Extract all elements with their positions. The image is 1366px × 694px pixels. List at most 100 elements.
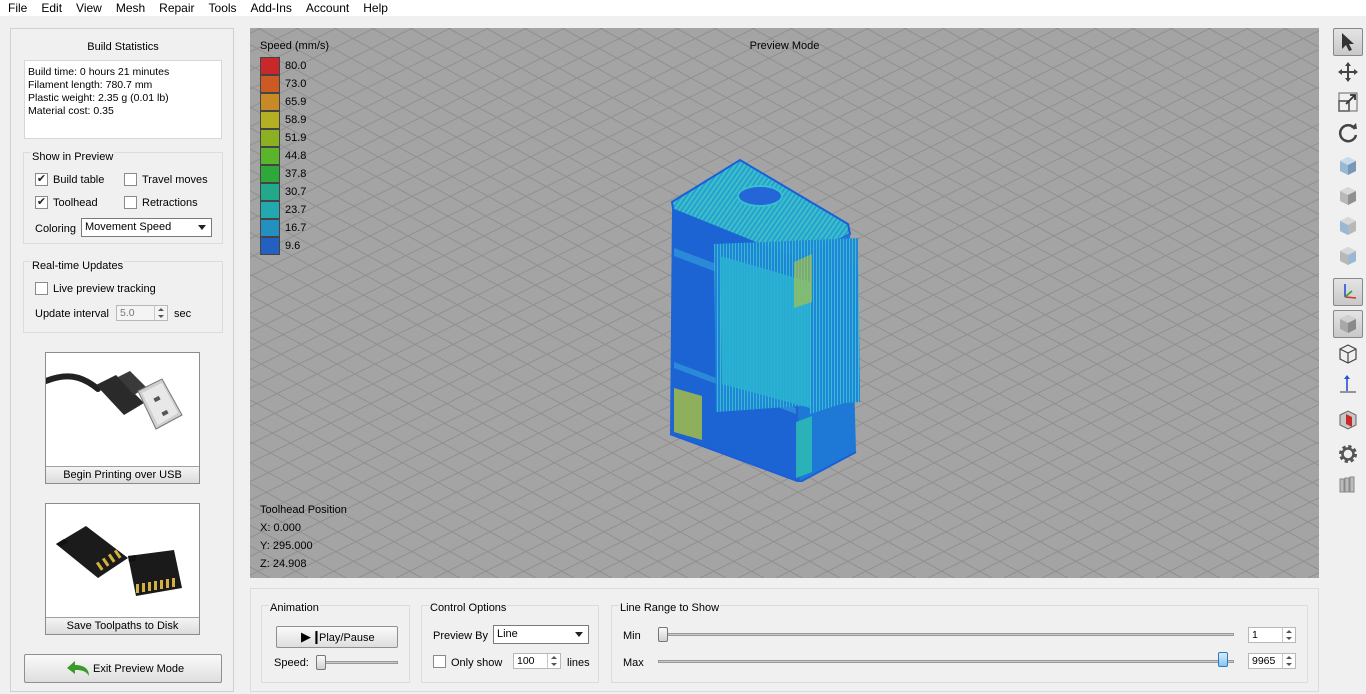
rotate-tool[interactable] [1333, 118, 1363, 146]
legend-swatch [260, 147, 280, 165]
legend-swatch [260, 219, 280, 237]
retractions-label: Retractions [142, 197, 198, 209]
chevron-down-icon [198, 225, 206, 230]
menu-file[interactable]: File [0, 0, 34, 16]
min-slider-track[interactable] [658, 633, 1234, 636]
save-toolpaths-button[interactable]: Save Toolpaths to Disk [45, 503, 200, 635]
section-view-icon [1339, 410, 1357, 430]
legend-value: 9.6 [285, 240, 301, 252]
legend-value: 37.8 [285, 168, 307, 180]
toolhead-z: Z: 24.908 [260, 558, 307, 570]
speed-slider-thumb[interactable] [316, 655, 326, 670]
preview-by-select[interactable]: Line [493, 625, 589, 644]
update-interval-unit: sec [174, 308, 192, 320]
axes-icon [1344, 284, 1357, 299]
play-pause-button[interactable]: ▶❙ Play/Pause [276, 626, 398, 648]
exit-preview-button[interactable]: Exit Preview Mode [24, 654, 222, 683]
menu-add-ins[interactable]: Add-Ins [244, 0, 299, 16]
menu-bar: File Edit View Mesh Repair Tools Add-Ins… [0, 0, 1366, 16]
menu-view[interactable]: View [69, 0, 109, 16]
legend-row: 65.9 [260, 93, 306, 111]
legend-row: 30.7 [260, 183, 306, 201]
preview-mode-label: Preview Mode [749, 40, 820, 52]
spinner-arrows-icon[interactable] [1282, 654, 1295, 668]
build-statistics-title: Build Statistics [87, 41, 159, 53]
view-cube-1[interactable] [1333, 152, 1363, 180]
stat-plastic-weight: Plastic weight: 2.35 g (0.01 lb) [28, 92, 169, 104]
max-slider-track[interactable] [658, 660, 1234, 663]
max-label: Max [623, 657, 644, 669]
move-tool[interactable] [1333, 58, 1363, 86]
build-table-checkbox[interactable]: ✔ [35, 173, 48, 186]
travel-moves-label: Travel moves [142, 174, 208, 186]
preview-by-value: Line [497, 628, 518, 640]
live-preview-label: Live preview tracking [53, 283, 156, 295]
control-options-group: Control Options Preview By Line Only sho… [421, 602, 599, 683]
min-spinner[interactable]: 1 [1248, 627, 1296, 643]
menu-repair[interactable]: Repair [152, 0, 201, 16]
retractions-checkbox[interactable] [124, 196, 137, 209]
axis-z-icon [1340, 375, 1356, 393]
legend-swatch [260, 111, 280, 129]
update-interval-label: Update interval [35, 308, 109, 320]
stack-button[interactable] [1333, 470, 1363, 498]
travel-moves-checkbox[interactable] [124, 173, 137, 186]
play-pause-label: Play/Pause [319, 632, 375, 644]
menu-account[interactable]: Account [299, 0, 356, 16]
menu-tools[interactable]: Tools [202, 0, 244, 16]
wireframe-view-icon [1339, 344, 1357, 364]
line-range-title: Line Range to Show [619, 602, 721, 614]
legend-value: 65.9 [285, 96, 307, 108]
only-show-checkbox[interactable] [433, 655, 446, 668]
stack-icon [1339, 476, 1355, 493]
legend-row: 58.9 [260, 111, 306, 129]
view-cube-4[interactable] [1333, 242, 1363, 270]
wireframe-view-toggle[interactable] [1333, 340, 1363, 368]
lines-label: lines [567, 657, 590, 669]
menu-edit[interactable]: Edit [34, 0, 69, 16]
section-view-toggle[interactable] [1333, 406, 1363, 434]
coloring-select[interactable]: Movement Speed [81, 218, 212, 237]
preview-by-label: Preview By [433, 630, 489, 642]
realtime-updates-group: Real-time Updates Live preview tracking … [23, 260, 223, 333]
live-preview-checkbox[interactable] [35, 282, 48, 295]
toolhead-position-title: Toolhead Position [260, 504, 347, 516]
legend-row: 51.9 [260, 129, 306, 147]
exit-preview-label: Exit Preview Mode [93, 663, 185, 675]
max-spinner[interactable]: 9965 [1248, 653, 1296, 669]
settings-gear-icon [1339, 445, 1357, 463]
scale-tool[interactable] [1333, 88, 1363, 116]
menu-help[interactable]: Help [356, 0, 395, 16]
animation-title: Animation [269, 602, 320, 614]
settings-button[interactable] [1333, 440, 1363, 468]
menu-mesh[interactable]: Mesh [109, 0, 152, 16]
toolhead-checkbox[interactable]: ✔ [35, 196, 48, 209]
pointer-tool[interactable] [1333, 28, 1363, 56]
bottom-controls: Animation ▶❙ Play/Pause Speed: Control O… [250, 588, 1319, 692]
max-slider-thumb[interactable] [1218, 652, 1228, 667]
spinner-arrows-icon[interactable] [547, 654, 560, 668]
spinner-arrows-icon[interactable] [1282, 628, 1295, 642]
move-icon [1338, 62, 1358, 82]
legend-value: 58.9 [285, 114, 307, 126]
pointer-icon [1342, 33, 1354, 51]
min-slider-thumb[interactable] [658, 627, 668, 642]
preview-viewport[interactable]: Speed (mm/s) 80.0 73.0 65.9 58.9 51.9 44.8 37.… [250, 28, 1319, 578]
show-in-preview-title: Show in Preview [31, 151, 115, 163]
back-arrow-icon [67, 661, 89, 676]
begin-printing-usb-button[interactable]: Begin Printing over USB [43, 352, 200, 484]
update-interval-spinner[interactable]: 5.0 [116, 305, 168, 321]
axis-z-toggle[interactable] [1333, 370, 1363, 398]
speed-slider-track[interactable] [316, 661, 398, 664]
cube-view-4-icon [1340, 247, 1356, 265]
view-cube-2[interactable] [1333, 182, 1363, 210]
stat-filament-length: Filament length: 780.7 mm [28, 79, 153, 91]
line-count-spinner[interactable]: 100 [513, 653, 561, 669]
build-statistics-box: Build time: 0 hours 21 minutes Filament … [24, 60, 222, 139]
spinner-arrows-icon[interactable] [154, 306, 167, 320]
view-cube-3[interactable] [1333, 212, 1363, 240]
sd-button-label: Save Toolpaths to Disk [46, 617, 199, 634]
axes-toggle[interactable] [1333, 278, 1363, 306]
build-table-label: Build table [53, 174, 105, 186]
solid-view-toggle[interactable] [1333, 310, 1363, 338]
